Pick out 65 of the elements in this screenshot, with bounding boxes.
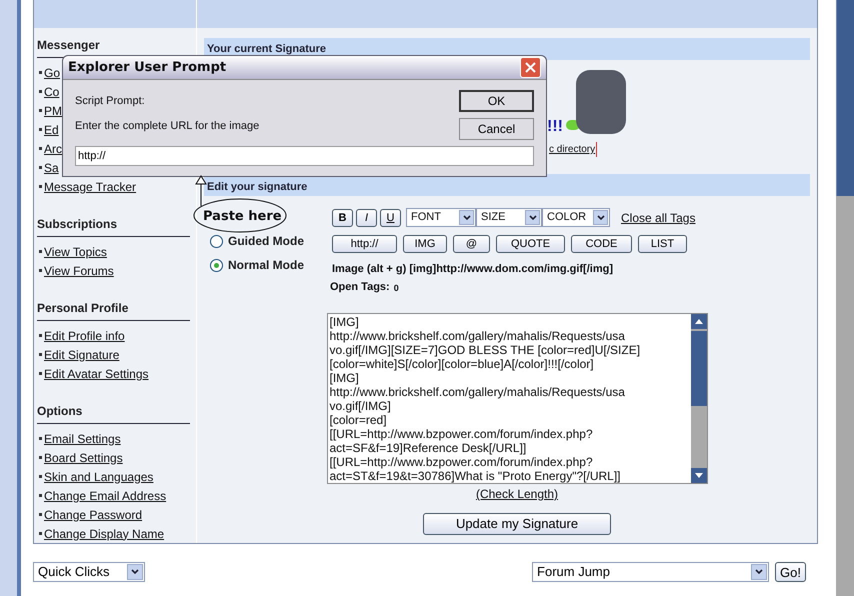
radio-button[interactable]	[210, 258, 223, 272]
sidebar-link[interactable]: View Forums	[44, 262, 114, 280]
sidebar-link[interactable]: Sa	[44, 158, 59, 176]
prompt-label: Script Prompt:	[75, 94, 146, 109]
sidebar-link[interactable]: Skin and Languages	[44, 468, 154, 486]
radio-label: Normal Mode	[228, 257, 304, 274]
scrollbar[interactable]	[836, 0, 854, 596]
format-button[interactable]: U	[380, 208, 401, 226]
dialog-button[interactable]: Cancel	[459, 118, 534, 140]
section-heading: Subscriptions	[37, 215, 190, 237]
toolbar-dropdown[interactable]: COLOR	[542, 208, 610, 227]
sidebar-link[interactable]: Board Settings	[44, 448, 123, 466]
signature-text: !!!	[547, 117, 563, 137]
close-icon	[525, 62, 536, 73]
sidebar-link[interactable]: Change Email Address	[44, 486, 166, 504]
tag-button[interactable]: LIST	[638, 235, 687, 253]
check-length-link[interactable]: (Check Length)	[476, 485, 558, 503]
tag-button[interactable]: IMG	[403, 235, 447, 253]
section-title: Edit your signature	[207, 180, 308, 194]
callout-label: Paste here	[203, 208, 282, 226]
format-button[interactable]: B	[332, 208, 353, 226]
quick-clicks-dropdown[interactable]: Quick Clicks	[33, 562, 145, 582]
open-tags-label: Open Tags:	[330, 280, 390, 294]
sidebar-link[interactable]: Ed	[44, 120, 59, 138]
avatar-photo-placeholder	[576, 70, 626, 134]
scroll-down-icon	[690, 468, 706, 483]
forum-jump-dropdown[interactable]: Forum Jump	[532, 562, 770, 582]
radio-button[interactable]	[210, 234, 223, 248]
sidebar-link[interactable]: Email Settings	[44, 430, 121, 448]
open-tags-count: 0	[394, 282, 399, 294]
sidebar-link[interactable]: PM	[44, 102, 62, 120]
tag-button[interactable]: @	[453, 235, 490, 253]
signature-link[interactable]: c directory	[549, 142, 598, 157]
sidebar-link[interactable]: Change Display Name	[44, 524, 164, 542]
tag-hint: Image (alt + g) [img]http://www.dom.com/img.gif[/img]	[332, 262, 614, 277]
close-button[interactable]	[520, 57, 541, 78]
signature-text-field[interactable]: [IMG] http://www.brickshelf.com/gallery/mahalis/Requests/usa vo.gif[/IMG][SIZE=7]GOD BLESS THE [color=red]U[/SIZE] [color=white]S[/color][color=blue]A[/color]!!![/color] [IMG] http://www.brickshelf.com/gallery/mahalis/Requests/usa vo.gif[/IMG] [color=red] [[URL=http://www.bzpower.com/forum/index.php? act=SF&f=19]Reference Desk[/URL]] [[URL=http://www.bzpower.com/forum/index.php? act=ST&f=19&t=30786]What is "Proto Energy"?[/URL]]	[326, 313, 708, 484]
section-heading: Options	[37, 402, 190, 424]
prompt-message: Enter the complete URL for the image	[75, 118, 260, 134]
sidebar-link[interactable]: Message Tracker	[44, 178, 136, 196]
sidebar-link[interactable]: Co	[44, 82, 60, 100]
sidebar-link[interactable]: Go	[44, 64, 60, 82]
tag-button[interactable]: http://	[332, 235, 397, 253]
section-heading: Personal Profile	[37, 299, 190, 321]
tag-button[interactable]: CODE	[571, 235, 632, 253]
sidebar-link[interactable]: View Topics	[44, 242, 107, 260]
radio-label: Guided Mode	[228, 233, 304, 250]
sidebar-link[interactable]: Edit Signature	[44, 346, 120, 364]
scroll-up-icon	[690, 314, 706, 329]
sidebar-link[interactable]: Edit Profile info	[44, 326, 125, 344]
url-input[interactable]: http://	[75, 146, 534, 166]
tag-button[interactable]: QUOTE	[496, 235, 565, 253]
section-title: Your current Signature	[207, 42, 326, 57]
sidebar-link[interactable]: Edit Avatar Settings	[44, 364, 149, 382]
sidebar-link[interactable]: Arc	[44, 140, 62, 158]
scrollbar[interactable]	[690, 314, 706, 483]
format-button[interactable]: I	[356, 208, 377, 226]
dialog-title: Explorer User Prompt	[68, 58, 226, 77]
sidebar-link[interactable]: Change Password	[44, 506, 142, 524]
go-button[interactable]: Go!	[775, 562, 806, 582]
toolbar-dropdown[interactable]: SIZE	[476, 208, 542, 227]
update-signature-button[interactable]: Update my Signature	[423, 513, 611, 535]
close-tags-link[interactable]: Close all Tags	[621, 208, 696, 226]
toolbar-dropdown[interactable]: FONT	[406, 208, 476, 227]
dialog-button[interactable]: OK	[459, 90, 534, 112]
